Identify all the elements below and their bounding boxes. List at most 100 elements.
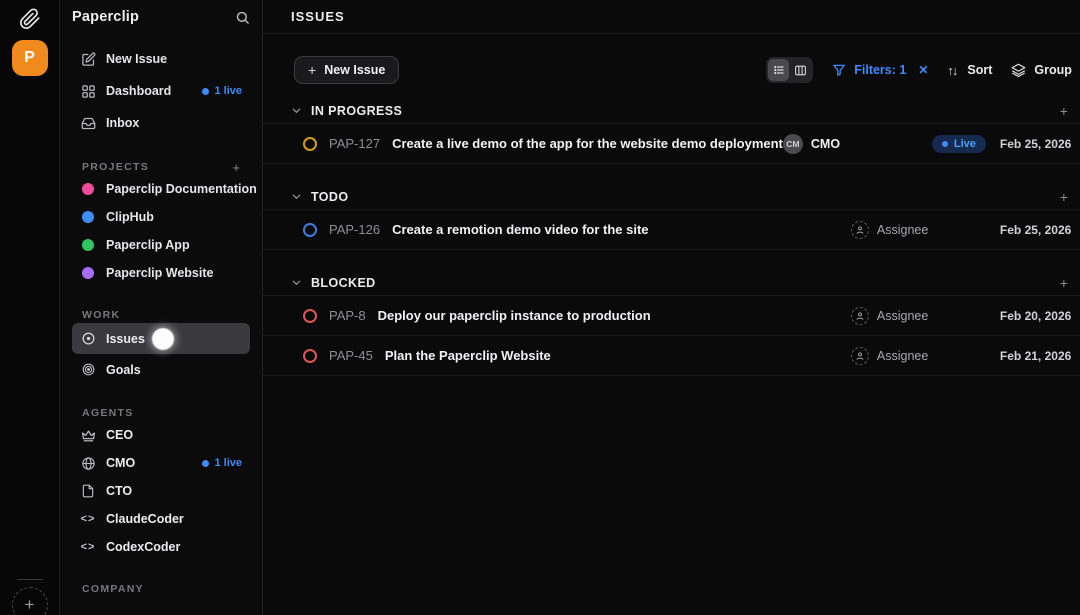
status-todo-icon[interactable]	[303, 223, 317, 237]
toolbar: + New Issue Filters: 1 ✕	[263, 56, 1080, 84]
compose-icon	[80, 51, 96, 67]
issue-title: Create a remotion demo video for the sit…	[392, 222, 648, 237]
person-icon	[851, 347, 869, 365]
sidebar-item-issues[interactable]: Issues	[72, 323, 250, 354]
sidebar-item-label: Dashboard	[106, 84, 171, 98]
issue-id: PAP-126	[329, 222, 380, 237]
sidebar-agent-cmo[interactable]: CMO 1 live	[72, 449, 250, 477]
issue-id: PAP-8	[329, 308, 366, 323]
issue-row-pap-45[interactable]: PAP-45 Plan the Paperclip Website Assign…	[263, 336, 1080, 376]
status-blocked-icon[interactable]	[303, 309, 317, 323]
issue-row-pap-126[interactable]: PAP-126 Create a remotion demo video for…	[263, 210, 1080, 250]
sidebar-agent-ceo[interactable]: CEO	[72, 421, 250, 449]
work-section-label: WORK	[72, 307, 250, 323]
issue-assignee[interactable]: Assignee	[851, 307, 986, 325]
section-title: TODO	[311, 190, 348, 204]
clear-filters-icon[interactable]: ✕	[918, 63, 928, 77]
filters-label: Filters: 1	[854, 63, 906, 77]
section-in-progress: IN PROGRESS + PAP-127 Create a live demo…	[263, 98, 1080, 164]
sidebar-agent-claudecoder[interactable]: <> ClaudeCoder	[72, 505, 250, 533]
plus-icon: +	[308, 62, 316, 78]
live-status-badge: Live	[932, 135, 986, 153]
layers-icon	[1011, 63, 1026, 78]
sidebar-item-new-issue[interactable]: New Issue	[72, 43, 250, 75]
inbox-icon	[80, 115, 96, 131]
board-view-button[interactable]	[790, 59, 811, 81]
add-issue-to-section-button[interactable]: +	[1060, 103, 1068, 119]
sidebar-project-cliphub[interactable]: ClipHub	[72, 203, 250, 231]
add-issue-to-section-button[interactable]: +	[1060, 275, 1068, 291]
sidebar-title: Paperclip	[72, 9, 139, 25]
project-color-dot	[82, 267, 94, 279]
document-icon	[80, 484, 96, 498]
section-blocked: BLOCKED + PAP-8 Deploy our paperclip ins…	[263, 270, 1080, 376]
chevron-down-icon[interactable]	[291, 277, 302, 288]
main-panel: ISSUES + New Issue	[263, 0, 1080, 615]
issues-icon	[80, 331, 96, 346]
issue-assignee[interactable]: Assignee	[851, 347, 986, 365]
live-dot-icon	[202, 460, 209, 467]
code-icon: <>	[80, 513, 96, 525]
view-toggle	[766, 57, 813, 83]
live-dot-icon	[942, 141, 948, 147]
chevron-down-icon[interactable]	[291, 105, 302, 116]
issue-due-date: Feb 25, 2026	[1000, 137, 1070, 151]
section-todo: TODO + PAP-126 Create a remotion demo vi…	[263, 184, 1080, 250]
sidebar-item-inbox[interactable]: Inbox	[72, 107, 250, 139]
sidebar-project-paperclip-documentation[interactable]: Paperclip Documentation	[72, 175, 250, 203]
issue-title: Create a live demo of the app for the we…	[392, 136, 783, 151]
add-issue-to-section-button[interactable]: +	[1060, 189, 1068, 205]
issue-id: PAP-45	[329, 348, 373, 363]
filter-funnel-icon	[832, 63, 846, 77]
globe-icon	[80, 456, 96, 471]
filters-control[interactable]: Filters: 1 ✕	[832, 63, 928, 77]
goals-icon	[80, 362, 96, 377]
sidebar-item-dashboard[interactable]: Dashboard 1 live	[72, 75, 250, 107]
status-in-progress-icon[interactable]	[303, 137, 317, 151]
code-icon: <>	[80, 541, 96, 553]
new-issue-button[interactable]: + New Issue	[294, 56, 399, 84]
issue-assignee[interactable]: CM CMO	[783, 134, 918, 154]
avatar: CM	[783, 134, 803, 154]
issue-due-date: Feb 20, 2026	[1000, 309, 1070, 323]
group-button[interactable]: Group	[1011, 63, 1072, 78]
rail-divider	[17, 579, 43, 580]
projects-section-label: PROJECTS +	[72, 159, 250, 175]
crown-icon	[80, 428, 96, 443]
sort-button[interactable]: ↑↓ Sort	[947, 63, 992, 78]
section-title: BLOCKED	[311, 276, 376, 290]
cursor-indicator	[152, 328, 174, 350]
sidebar-project-paperclip-website[interactable]: Paperclip Website	[72, 259, 250, 287]
sidebar-item-label: New Issue	[106, 52, 167, 66]
issue-row-pap-127[interactable]: PAP-127 Create a live demo of the app fo…	[263, 124, 1080, 164]
sidebar-agent-cto[interactable]: CTO	[72, 477, 250, 505]
sidebar-agent-codexcoder[interactable]: <> CodexCoder	[72, 533, 250, 561]
search-icon[interactable]	[235, 10, 250, 25]
page-title: ISSUES	[291, 9, 345, 24]
issue-assignee[interactable]: Assignee	[851, 221, 986, 239]
sidebar-project-paperclip-app[interactable]: Paperclip App	[72, 231, 250, 259]
live-dot-icon	[202, 88, 209, 95]
issue-title: Deploy our paperclip instance to product…	[378, 308, 651, 323]
list-view-button[interactable]	[768, 59, 789, 81]
workspace-rail: P +	[0, 0, 60, 615]
project-color-dot	[82, 239, 94, 251]
cmo-live-badge: 1 live	[202, 457, 242, 469]
paperclip-logo-icon	[0, 0, 59, 30]
sort-arrows-icon: ↑↓	[947, 63, 959, 78]
issue-id: PAP-127	[329, 136, 380, 151]
project-color-dot	[82, 211, 94, 223]
company-section-label: COMPANY	[72, 581, 250, 597]
sidebar-item-label: Inbox	[106, 116, 139, 130]
person-icon	[851, 221, 869, 239]
section-title: IN PROGRESS	[311, 104, 402, 118]
issue-row-pap-8[interactable]: PAP-8 Deploy our paperclip instance to p…	[263, 296, 1080, 336]
workspace-avatar[interactable]: P	[12, 40, 48, 76]
issue-due-date: Feb 25, 2026	[1000, 223, 1070, 237]
add-project-button[interactable]: +	[232, 160, 240, 175]
project-color-dot	[82, 183, 94, 195]
chevron-down-icon[interactable]	[291, 191, 302, 202]
sidebar-item-goals[interactable]: Goals	[72, 354, 250, 385]
add-workspace-button[interactable]: +	[12, 587, 48, 615]
status-blocked-icon[interactable]	[303, 349, 317, 363]
